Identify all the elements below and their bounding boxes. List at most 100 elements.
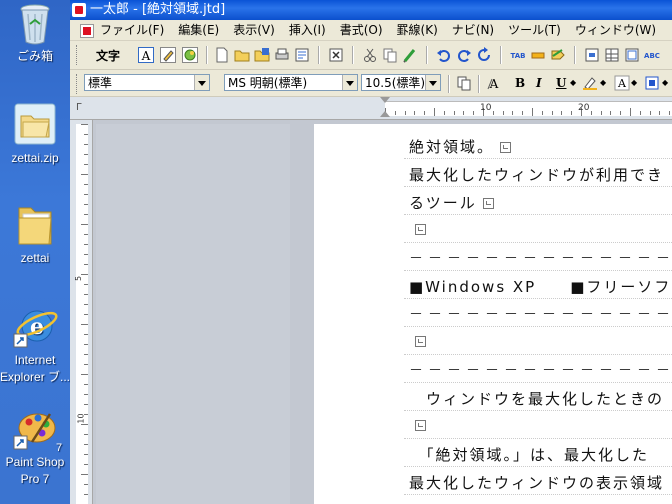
ruler-tick — [81, 474, 88, 475]
save-icon[interactable] — [254, 47, 270, 63]
document-line[interactable]: るツール — [409, 192, 494, 213]
standard-toolbar: 文字 A TAB ABC — [70, 41, 672, 70]
redo-icon[interactable] — [456, 47, 472, 63]
app-icon[interactable] — [72, 3, 86, 17]
vertical-ruler[interactable]: 5 10 — [70, 120, 93, 504]
menu-item-7[interactable]: ツール(T) — [508, 20, 568, 40]
document-line-text: 最大化したウィンドウの表示領域 — [409, 474, 665, 492]
indent-marker-icon[interactable] — [380, 97, 390, 103]
menu-item-4[interactable]: 書式(O) — [340, 20, 390, 40]
copy-icon[interactable] — [382, 47, 398, 63]
indent-marker-icon[interactable] — [380, 111, 390, 117]
frame-icon[interactable] — [624, 47, 640, 63]
chevron-down-icon[interactable] — [194, 75, 209, 90]
paragraph-style-value: 標準 — [88, 76, 113, 90]
document-line[interactable]: －－－－－－－－－－－－－－－ — [409, 360, 672, 380]
toolbar-grip[interactable] — [76, 45, 80, 65]
document-icon[interactable] — [80, 24, 94, 38]
desktop-icon-internet-explorer[interactable]: e Internet Explorer ブ... — [0, 304, 70, 386]
menu-item-0[interactable]: ファイル(F) — [100, 20, 171, 40]
font-size-dropdown[interactable]: 10.5(標準) — [361, 74, 441, 91]
document-line[interactable]: －－－－－－－－－－－－－－－ — [409, 248, 672, 268]
ruler-tick — [512, 111, 514, 115]
border-icon[interactable] — [644, 75, 660, 91]
line-guide — [404, 326, 672, 327]
font-size-value: 10.5(標準) — [365, 76, 426, 90]
new-document-icon[interactable] — [214, 47, 230, 63]
document-page[interactable]: 絶対領域。最大化したウィンドウが利用でき るツール －－－－－－－－－－－－－－－ ■… — [314, 124, 672, 504]
character-format-icon[interactable]: A — [486, 75, 502, 91]
menu-item-5[interactable]: 罫線(K) — [397, 20, 445, 40]
picture-mode-icon[interactable] — [182, 47, 198, 63]
document-line[interactable]: ウィンドウを最大化したときの — [409, 388, 664, 409]
repeat-icon[interactable] — [476, 47, 492, 63]
tab-icon[interactable]: TAB — [510, 47, 526, 63]
document-line-text: 最大化したウィンドウが利用でき — [409, 166, 665, 184]
desktop-icon-paint-shop-pro[interactable]: 7 Paint Shop Pro 7 — [0, 406, 70, 488]
paragraph-style-dropdown[interactable]: 標準 — [84, 74, 210, 91]
menu-item-3[interactable]: 挿入(I) — [289, 20, 333, 40]
font-color-icon[interactable]: A — [614, 75, 630, 91]
undo-icon[interactable] — [436, 47, 452, 63]
ruler-tick — [81, 224, 88, 225]
insert-icon[interactable] — [584, 47, 600, 63]
text-mode-icon[interactable]: A — [138, 47, 154, 63]
ruler-number: 5 — [74, 275, 84, 282]
document-line[interactable]: 「絶対領域。」は、最大化した — [409, 444, 649, 465]
menu-item-6[interactable]: ナビ(N) — [452, 20, 501, 40]
ruler-tick — [84, 294, 88, 295]
bold-button[interactable]: B — [515, 76, 525, 90]
spellcheck-icon[interactable]: ABC — [644, 47, 660, 63]
paste-format-icon[interactable] — [456, 75, 472, 91]
print-preview-icon[interactable] — [294, 47, 310, 63]
chevron-down-icon[interactable] — [425, 75, 440, 90]
cut-icon[interactable] — [362, 47, 378, 63]
document-line[interactable] — [409, 220, 426, 238]
border-dropdown-arrow[interactable]: ◆ — [662, 78, 668, 87]
internet-explorer-icon: e — [12, 304, 58, 350]
pencil-icon[interactable] — [160, 47, 176, 63]
menu-item-2[interactable]: 表示(V) — [233, 20, 282, 40]
table-icon[interactable] — [604, 47, 620, 63]
zettai-folder-label: zettai — [20, 251, 50, 265]
open-folder-icon[interactable] — [234, 47, 250, 63]
toolbar-grip[interactable] — [76, 74, 80, 94]
chevron-down-icon[interactable] — [342, 75, 357, 90]
close-document-icon[interactable] — [328, 47, 344, 63]
marker-icon[interactable] — [530, 47, 546, 63]
italic-button[interactable]: I — [536, 76, 542, 90]
document-line[interactable] — [409, 416, 426, 434]
ruler-number: 10 — [76, 413, 86, 424]
desktop-icon-recycle-bin[interactable]: ごみ箱 — [0, 2, 70, 65]
desktop-icon-zettai-folder[interactable]: zettai — [0, 202, 70, 267]
paste-icon[interactable] — [402, 47, 418, 63]
ruler-tick — [81, 174, 88, 175]
menu-item-8[interactable]: ウィンドウ(W) — [575, 20, 663, 40]
title-bar[interactable]: 一太郎 - [絶対領域.jtd] — [70, 0, 672, 20]
document-line[interactable]: 絶対領域。 — [409, 136, 512, 157]
ruler-tick — [84, 404, 88, 405]
ruler-number: 10 — [480, 103, 492, 113]
ruler-tick — [84, 184, 88, 185]
menu-item-1[interactable]: 編集(E) — [178, 20, 226, 40]
underline-button[interactable]: U — [556, 76, 566, 90]
paragraph-return-icon — [415, 224, 426, 235]
document-line[interactable]: 最大化したウィンドウの表示領域 — [409, 472, 664, 493]
line-guide — [404, 354, 672, 355]
underline-dropdown-arrow[interactable]: ◆ — [570, 78, 576, 87]
document-line-text: 「絶対領域。」は、最大化した — [409, 446, 650, 464]
font-value: MS 明朝(標準) — [228, 76, 308, 90]
horizontal-ruler[interactable]: Γ 10 20 — [70, 97, 672, 120]
font-color-dropdown-arrow[interactable]: ◆ — [631, 78, 637, 87]
highlight-dropdown-arrow[interactable]: ◆ — [600, 78, 606, 87]
style-icon[interactable] — [550, 47, 566, 63]
print-icon[interactable] — [274, 47, 290, 63]
document-line[interactable]: －－－－－－－－－－－－－－－ — [409, 304, 672, 324]
highlight-icon[interactable] — [582, 75, 598, 91]
document-line[interactable]: ■Windows XP ■フリーソフト — [409, 276, 672, 297]
document-line[interactable] — [409, 332, 426, 350]
zip-folder-icon — [11, 100, 59, 148]
font-dropdown[interactable]: MS 明朝(標準) — [224, 74, 358, 91]
document-line[interactable]: 最大化したウィンドウが利用でき — [409, 164, 664, 185]
desktop-icon-zettai-zip[interactable]: zettai.zip — [0, 100, 70, 167]
